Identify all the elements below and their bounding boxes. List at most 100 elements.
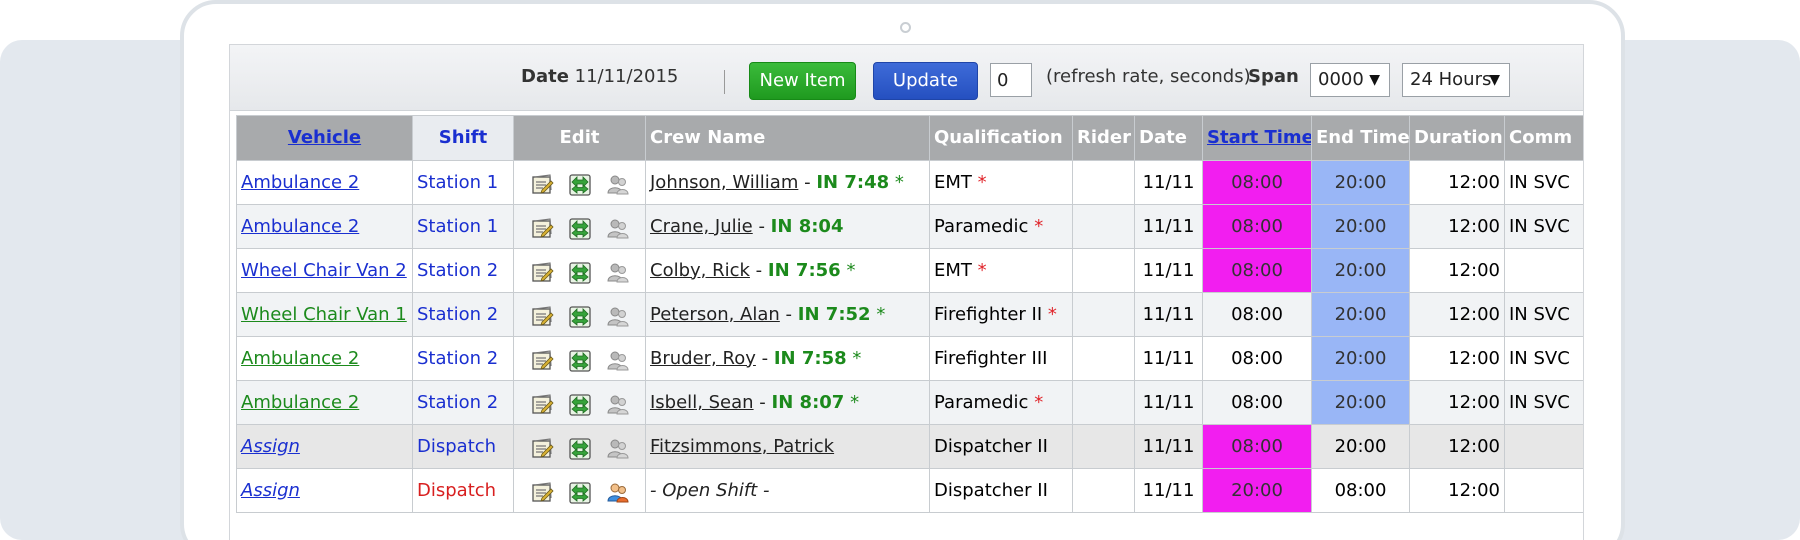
crew-person-icon[interactable] [606, 259, 630, 283]
column-header-comm: Comm [1504, 115, 1583, 161]
crew-cell: - Open Shift - [645, 468, 930, 513]
column-header-qualification: Qualification [929, 115, 1073, 161]
vehicle-link[interactable]: Assign [241, 436, 300, 457]
check-in-status: IN 7:52 [797, 303, 871, 325]
shift-cell: Station 2 [412, 248, 514, 293]
crew-flag: * [852, 347, 862, 369]
vehicle-cell: Assign [236, 424, 413, 469]
chevron-down-icon: ▼ [1369, 72, 1380, 88]
swap-arrows-icon[interactable] [568, 479, 592, 504]
vehicle-link[interactable]: Ambulance 2 [241, 348, 359, 369]
edit-cell [513, 424, 646, 469]
edit-cell [513, 248, 646, 293]
crew-name[interactable]: Fitzsimmons, Patrick [650, 436, 834, 457]
column-header-vehicle[interactable]: Vehicle [236, 115, 413, 161]
crew-name: - Open Shift - [650, 479, 770, 501]
crew-name[interactable]: Bruder, Roy [650, 348, 756, 369]
crew-name[interactable]: Crane, Julie [650, 216, 753, 237]
qualification: Dispatcher II [934, 479, 1048, 501]
start-time-cell: 08:00 [1202, 380, 1312, 425]
column-header-end-time: End Time [1311, 115, 1410, 161]
qualification: Firefighter II [934, 303, 1043, 325]
crew-flag: * [850, 391, 860, 413]
vehicle-link[interactable]: Assign [241, 480, 300, 501]
shift-label: Station 2 [417, 303, 499, 325]
crew-person-icon[interactable] [606, 347, 630, 371]
camera-icon [900, 22, 911, 33]
crew-person-icon[interactable] [606, 479, 630, 503]
toolbar: Date 11/11/2015 New Item Update (refresh… [230, 45, 1583, 111]
comm-cell: IN SVC [1504, 292, 1583, 337]
date-cell: 11/11 [1134, 248, 1203, 293]
span-select-value: 0000 [1318, 69, 1364, 90]
comm-cell [1504, 468, 1583, 513]
toolbar-divider [724, 70, 725, 94]
table-row: Ambulance 2 Station 2 Bruder, Roy - IN 7:5… [236, 336, 1583, 381]
qualification-cell: Dispatcher II [929, 468, 1073, 513]
end-time-cell: 20:00 [1311, 160, 1410, 205]
comm-cell [1504, 424, 1583, 469]
column-header-start-time[interactable]: Start Time [1202, 115, 1312, 161]
vehicle-cell: Wheel Chair Van 2 [236, 248, 413, 293]
swap-arrows-icon[interactable] [568, 215, 592, 240]
note-edit-icon[interactable] [530, 479, 554, 503]
crew-person-icon[interactable] [606, 171, 630, 195]
app-screen: Date 11/11/2015 New Item Update (refresh… [229, 44, 1584, 540]
table-row: Assign Dispatch Fitzsimmons, Patrick Dispat… [236, 424, 1583, 469]
qualification: Firefighter III [934, 347, 1048, 369]
swap-arrows-icon[interactable] [568, 435, 592, 460]
column-header-duration: Duration [1409, 115, 1505, 161]
qualification-flag: * [1034, 215, 1044, 237]
shift-cell: Dispatch [412, 468, 514, 513]
edit-cell [513, 468, 646, 513]
shift-cell: Dispatch [412, 424, 514, 469]
refresh-rate-input[interactable] [990, 63, 1032, 97]
shift-label: Station 2 [417, 259, 499, 281]
swap-arrows-icon[interactable] [568, 347, 592, 372]
start-time-cell: 08:00 [1202, 424, 1312, 469]
column-header-edit: Edit [513, 115, 646, 161]
crew-person-icon[interactable] [606, 303, 630, 327]
span-label-text: Span [1248, 66, 1299, 87]
duration-cell: 12:00 [1409, 292, 1505, 337]
table-row: Wheel Chair Van 1 Station 2 Peterson, Alan… [236, 292, 1583, 337]
note-edit-icon[interactable] [530, 435, 554, 459]
vehicle-link[interactable]: Wheel Chair Van 2 [241, 260, 407, 281]
date-display: Date 11/11/2015 [521, 64, 678, 90]
swap-arrows-icon[interactable] [568, 171, 592, 196]
new-item-button[interactable]: New Item [749, 62, 856, 100]
note-edit-icon[interactable] [530, 215, 554, 239]
comm-cell: IN SVC [1504, 160, 1583, 205]
shift-label: Station 2 [417, 347, 499, 369]
table-row: Ambulance 2 Station 1 Crane, Julie - IN 8:… [236, 204, 1583, 249]
crew-name[interactable]: Peterson, Alan [650, 304, 780, 325]
swap-arrows-icon[interactable] [568, 303, 592, 328]
note-edit-icon[interactable] [530, 171, 554, 195]
column-header-date: Date [1134, 115, 1203, 161]
crew-person-icon[interactable] [606, 435, 630, 459]
span-select[interactable]: 0000 ▼ [1310, 63, 1390, 97]
vehicle-link[interactable]: Ambulance 2 [241, 216, 359, 237]
shift-label: Station 1 [417, 171, 499, 193]
note-edit-icon[interactable] [530, 259, 554, 283]
shift-label: Station 2 [417, 391, 499, 413]
date-cell: 11/11 [1134, 468, 1203, 513]
update-button[interactable]: Update [873, 62, 978, 100]
note-edit-icon[interactable] [530, 347, 554, 371]
crew-person-icon[interactable] [606, 215, 630, 239]
swap-arrows-icon[interactable] [568, 391, 592, 416]
hours-select[interactable]: 24 Hours ▼ [1402, 63, 1510, 97]
vehicle-link[interactable]: Ambulance 2 [241, 172, 359, 193]
note-edit-icon[interactable] [530, 303, 554, 327]
date-cell: 11/11 [1134, 292, 1203, 337]
crew-name[interactable]: Johnson, William [650, 172, 798, 193]
crew-cell: Isbell, Sean - IN 8:07 * [645, 380, 930, 425]
crew-name[interactable]: Colby, Rick [650, 260, 750, 281]
swap-arrows-icon[interactable] [568, 259, 592, 284]
crew-person-icon[interactable] [606, 391, 630, 415]
crew-name[interactable]: Isbell, Sean [650, 392, 754, 413]
check-in-status: IN 7:56 [767, 259, 841, 281]
vehicle-link[interactable]: Wheel Chair Van 1 [241, 304, 407, 325]
note-edit-icon[interactable] [530, 391, 554, 415]
vehicle-link[interactable]: Ambulance 2 [241, 392, 359, 413]
